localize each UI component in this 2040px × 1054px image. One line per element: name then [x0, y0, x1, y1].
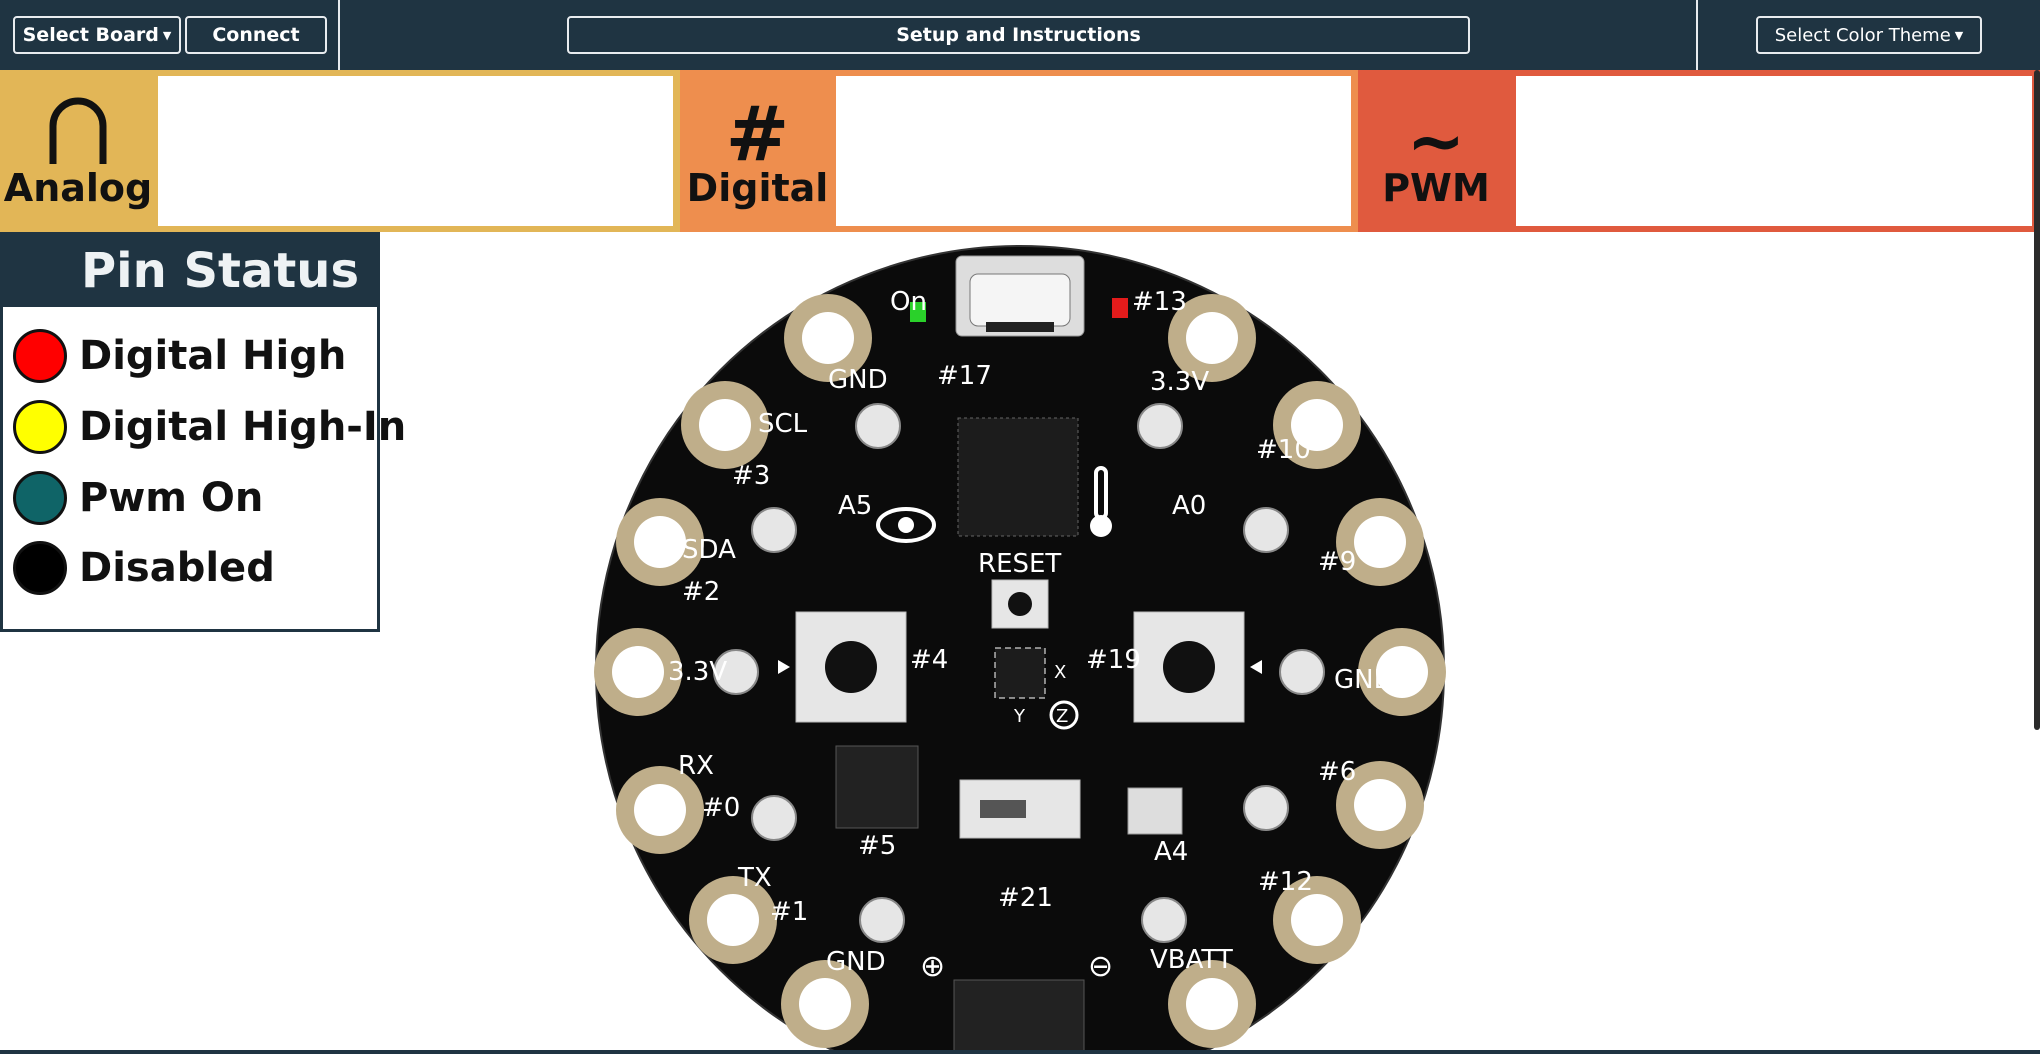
legend-label: Disabled [79, 545, 275, 591]
red-circle-icon [13, 329, 67, 383]
neopixel-0 [855, 403, 901, 449]
legend-label: Pwm On [79, 475, 264, 521]
select-color-theme-button[interactable]: Select Color Theme ▼ [1756, 16, 1982, 54]
pwm-label: PWM [1382, 166, 1490, 210]
gnd-top-label: GND [828, 365, 888, 395]
a4-label: A4 [1154, 837, 1188, 867]
pin12-label: #12 [1258, 867, 1313, 897]
gnd-right-label: GND [1334, 665, 1394, 695]
tx-label: TX [737, 863, 772, 893]
scrollbar[interactable] [2034, 70, 2040, 730]
select-board-label: Select Board [22, 24, 159, 46]
pin0-label: #0 [702, 793, 740, 823]
on-label: On [890, 287, 927, 317]
x-axis-label: X [1054, 662, 1066, 683]
top-navbar: Select Board ▼ Connect Setup and Instruct… [0, 0, 2040, 70]
legend-label: Digital High-In [79, 404, 407, 450]
setup-instructions-label: Setup and Instructions [896, 24, 1141, 46]
legend-item: Digital High-In [13, 400, 406, 454]
a5-label: A5 [838, 491, 872, 521]
yellow-circle-icon [13, 400, 67, 454]
vbatt-label: VBATT [1150, 945, 1233, 975]
slide-switch[interactable] [959, 779, 1081, 839]
minus-terminal-icon: ⊖ [1088, 949, 1113, 984]
pin-status-legend: Pin Status Digital High Digital High-In … [0, 232, 406, 632]
black-circle-icon [13, 541, 67, 595]
microphone [1127, 787, 1183, 835]
battery-connector [953, 979, 1085, 1054]
microcontroller-chip [957, 417, 1079, 537]
pwm-panel: ~ PWM [1358, 70, 2040, 232]
pin1-label: #1 [770, 897, 808, 927]
a0-label: A0 [1172, 491, 1206, 521]
digital-values-box [836, 76, 1351, 226]
analog-panel: Analog [0, 70, 680, 232]
analog-values-box [158, 76, 673, 226]
neopixel-5 [1141, 897, 1187, 943]
analog-label: Analog [3, 166, 153, 210]
pin10-label: #10 [1256, 435, 1311, 465]
pad-scl[interactable] [681, 381, 769, 469]
legend-item: Disabled [13, 541, 275, 595]
chevron-down-icon: ▼ [162, 28, 172, 42]
teal-circle-icon [13, 471, 67, 525]
select-board-button[interactable]: Select Board ▼ [13, 16, 181, 54]
speaker [835, 745, 919, 829]
y-axis-label: Y [1013, 706, 1026, 727]
pin21-label: #21 [998, 883, 1053, 913]
rx-label: RX [678, 751, 714, 781]
circuit-playground-board: On #13 GND #17 3.3V SCL #3 #10 A5 A0 SDA… [590, 240, 1450, 1054]
gnd-bottom-label: GND [826, 947, 886, 977]
chevron-down-icon: ▼ [1954, 28, 1964, 42]
connect-button[interactable]: Connect [185, 16, 327, 54]
legend-label: Digital High [79, 333, 347, 379]
navbar-divider [1696, 0, 1698, 70]
button-a[interactable] [778, 611, 907, 723]
navbar-divider [338, 0, 340, 70]
3v3-top-label: 3.3V [1150, 367, 1209, 397]
pin13-label: #13 [1132, 287, 1187, 317]
pin9-label: #9 [1318, 547, 1356, 577]
neopixel-6 [1243, 785, 1289, 831]
neopixel-3 [751, 795, 797, 841]
button-b[interactable] [1133, 611, 1262, 723]
pin-status-title: Pin Status [3, 235, 377, 307]
pin19-label: #19 [1086, 645, 1141, 675]
plus-terminal-icon: ⊕ [920, 949, 945, 984]
neopixel-1 [751, 507, 797, 553]
neopixel-8 [1243, 507, 1289, 553]
neopixel-9 [1137, 403, 1183, 449]
pin5-label: #5 [858, 831, 896, 861]
analog-tile: Analog [0, 70, 156, 232]
usb-connector [955, 255, 1085, 337]
sda-label: SDA [682, 535, 736, 565]
reset-button[interactable] [991, 579, 1049, 629]
pin3-label: #3 [732, 461, 770, 491]
reset-label: RESET [978, 549, 1061, 579]
hash-icon: # [725, 89, 790, 178]
pin2-label: #2 [682, 577, 720, 607]
connect-label: Connect [212, 24, 300, 46]
legend-item: Digital High [13, 329, 346, 383]
digital-tile: # Digital [680, 70, 835, 232]
bottom-border [0, 1050, 2040, 1054]
pin4-label: #4 [910, 645, 948, 675]
3v3-left-label: 3.3V [668, 657, 727, 687]
scl-label: SCL [758, 409, 808, 439]
legend-item: Pwm On [13, 471, 263, 525]
pwm-tile: ~ PWM [1358, 70, 1514, 232]
digital-label: Digital [686, 166, 829, 210]
accelerometer-chip [994, 647, 1046, 699]
neopixel-4 [859, 897, 905, 943]
digital-panel: # Digital [680, 70, 1358, 232]
select-color-theme-label: Select Color Theme [1774, 24, 1951, 46]
pin6-label: #6 [1318, 757, 1356, 787]
setup-instructions-button[interactable]: Setup and Instructions [567, 16, 1470, 54]
analog-icon [49, 97, 107, 164]
z-axis-label: Z [1056, 706, 1068, 727]
pin17-label: #17 [937, 361, 992, 391]
pin13-led [1112, 298, 1128, 318]
neopixel-7 [1279, 649, 1325, 695]
pwm-values-box [1516, 76, 2032, 226]
